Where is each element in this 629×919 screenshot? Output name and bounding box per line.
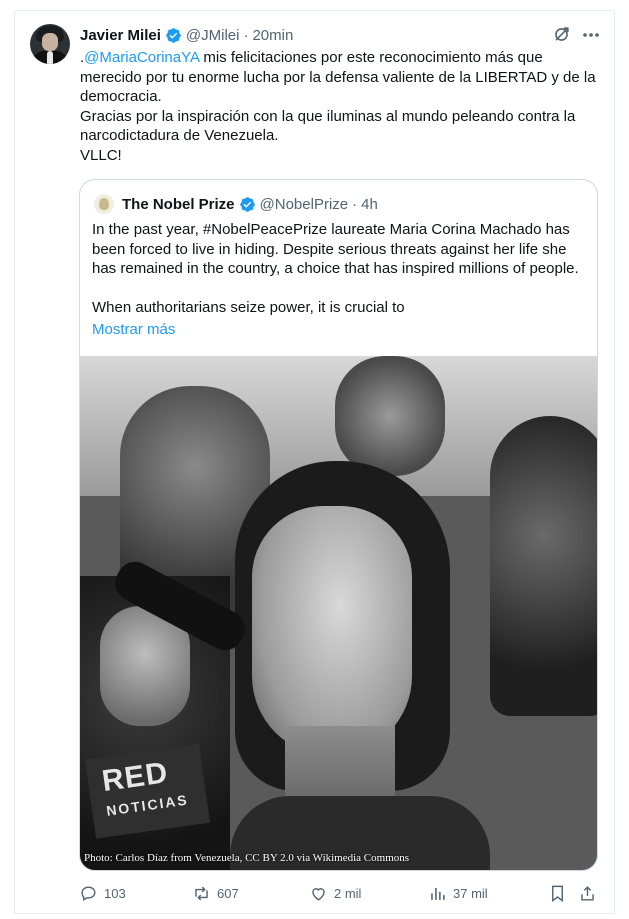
- author-name[interactable]: Javier Milei: [80, 27, 161, 44]
- quote-header: The Nobel Prize @NobelPrize · 4h: [94, 194, 378, 214]
- reply-icon: [81, 886, 96, 902]
- view-count: 37 mil: [453, 886, 488, 901]
- share-button[interactable]: [578, 884, 603, 903]
- author-avatar[interactable]: [30, 24, 70, 64]
- views-button[interactable]: 37 mil: [428, 884, 488, 903]
- tweet-time[interactable]: 20min: [252, 27, 293, 44]
- tweet-paragraph-3: VLLC!: [80, 146, 122, 164]
- bookmark-button[interactable]: [548, 884, 573, 903]
- share-icon: [581, 886, 594, 901]
- action-bar: 103 607 2 mil 37 mil: [0, 884, 629, 906]
- quote-paragraph-2: When authoritarians seize power, it is c…: [92, 299, 405, 317]
- tweet-text: .@MariaCorinaYA mis felicitaciones por e…: [80, 48, 600, 166]
- reply-button[interactable]: 103: [79, 884, 126, 903]
- mention-link[interactable]: @MariaCorinaYA: [84, 49, 199, 66]
- show-more-link[interactable]: Mostrar más: [92, 321, 175, 338]
- quote-text: In the past year, #NobelPeacePrize laure…: [92, 220, 587, 318]
- like-count: 2 mil: [334, 886, 362, 901]
- like-icon: [312, 888, 325, 901]
- quote-author-name[interactable]: The Nobel Prize: [122, 196, 235, 213]
- reply-count: 103: [104, 886, 126, 901]
- sign-logo: RED: [99, 756, 171, 799]
- quote-photo[interactable]: RED NOTICIAS Photo: Carlos Díaz from Ven…: [80, 356, 597, 870]
- verified-badge-icon: [239, 196, 255, 212]
- separator: ·: [352, 195, 358, 213]
- quote-paragraph-1: In the past year, #NobelPeacePrize laure…: [92, 221, 579, 278]
- photo-credit: Photo: Carlos Díaz from Venezuela, CC BY…: [84, 852, 410, 864]
- nobel-avatar[interactable]: [94, 194, 114, 214]
- repost-icon: [195, 886, 208, 901]
- separator: ·: [243, 26, 249, 44]
- bookmark-icon: [552, 885, 563, 903]
- repost-button[interactable]: 607: [192, 884, 239, 903]
- microphone-sign: RED NOTICIAS: [84, 743, 211, 839]
- tweet-header: Javier Milei @JMilei · 20min: [80, 25, 293, 45]
- verified-badge-icon: [166, 27, 181, 43]
- repost-count: 607: [217, 886, 239, 901]
- quoted-tweet[interactable]: The Nobel Prize @NobelPrize · 4h In the …: [79, 179, 598, 871]
- grok-icon[interactable]: [552, 25, 571, 44]
- views-icon: [431, 887, 445, 900]
- like-button[interactable]: 2 mil: [309, 884, 361, 903]
- tweet-paragraph-1: .@MariaCorinaYA mis felicitaciones por e…: [80, 48, 600, 107]
- quote-author-handle[interactable]: @NobelPrize: [260, 196, 349, 213]
- author-handle[interactable]: @JMilei: [186, 27, 240, 44]
- quote-time[interactable]: 4h: [361, 196, 378, 213]
- tweet-paragraph-2: Gracias por la inspiración con la que il…: [80, 107, 576, 145]
- more-icon[interactable]: [582, 31, 600, 39]
